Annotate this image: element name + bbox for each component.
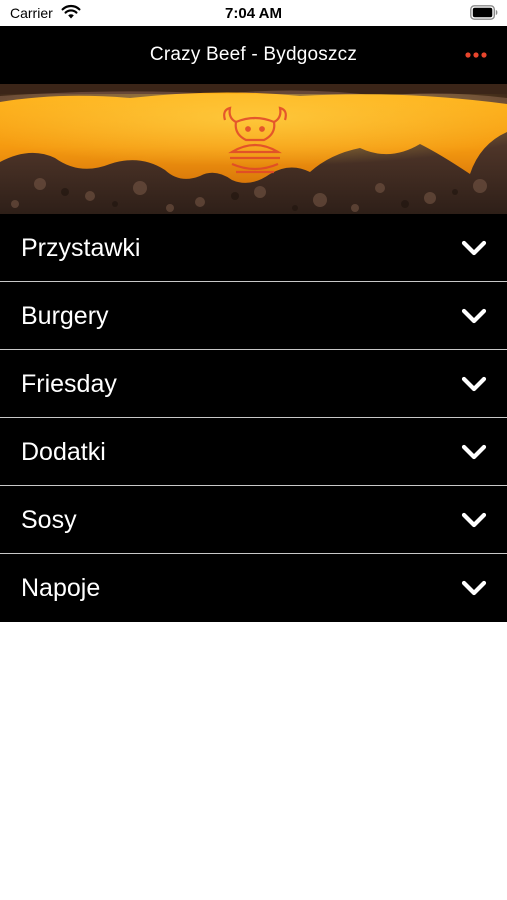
chevron-down-icon: [461, 444, 487, 460]
chevron-down-icon: [461, 308, 487, 324]
ellipsis-icon[interactable]: [459, 43, 493, 67]
menu-row-sosy[interactable]: Sosy: [0, 486, 507, 554]
page-title: Crazy Beef - Bydgoszcz: [149, 44, 358, 65]
menu-row-burgery[interactable]: Burgery: [0, 282, 507, 350]
menu-row-friesday[interactable]: Friesday: [0, 350, 507, 418]
navigation-bar: Crazy Beef - Bydgoszcz: [0, 26, 507, 84]
category-menu: Przystawki Burgery Friesday Dodatki Sosy Napo…: [0, 214, 507, 622]
banner-image: [0, 84, 507, 214]
cheeseburger-banner: [0, 84, 507, 214]
chevron-down-icon: [461, 240, 487, 256]
menu-row-label: Napoje: [21, 574, 101, 602]
menu-row-label: Sosy: [21, 506, 77, 534]
menu-row-dodatki[interactable]: Dodatki: [0, 418, 507, 486]
battery-icon: [470, 5, 498, 20]
menu-row-napoje[interactable]: Napoje: [0, 554, 507, 622]
menu-row-label: Przystawki: [21, 234, 141, 262]
status-bar: Carrier 7:04 AM: [0, 0, 507, 26]
menu-row-label: Friesday: [21, 370, 117, 398]
status-time: 7:04 AM: [225, 5, 282, 22]
chevron-down-icon: [461, 512, 487, 528]
menu-row-przystawki[interactable]: Przystawki: [0, 214, 507, 282]
chevron-down-icon: [461, 580, 487, 596]
chevron-down-icon: [461, 376, 487, 392]
menu-row-label: Dodatki: [21, 438, 106, 466]
menu-row-label: Burgery: [21, 302, 109, 330]
